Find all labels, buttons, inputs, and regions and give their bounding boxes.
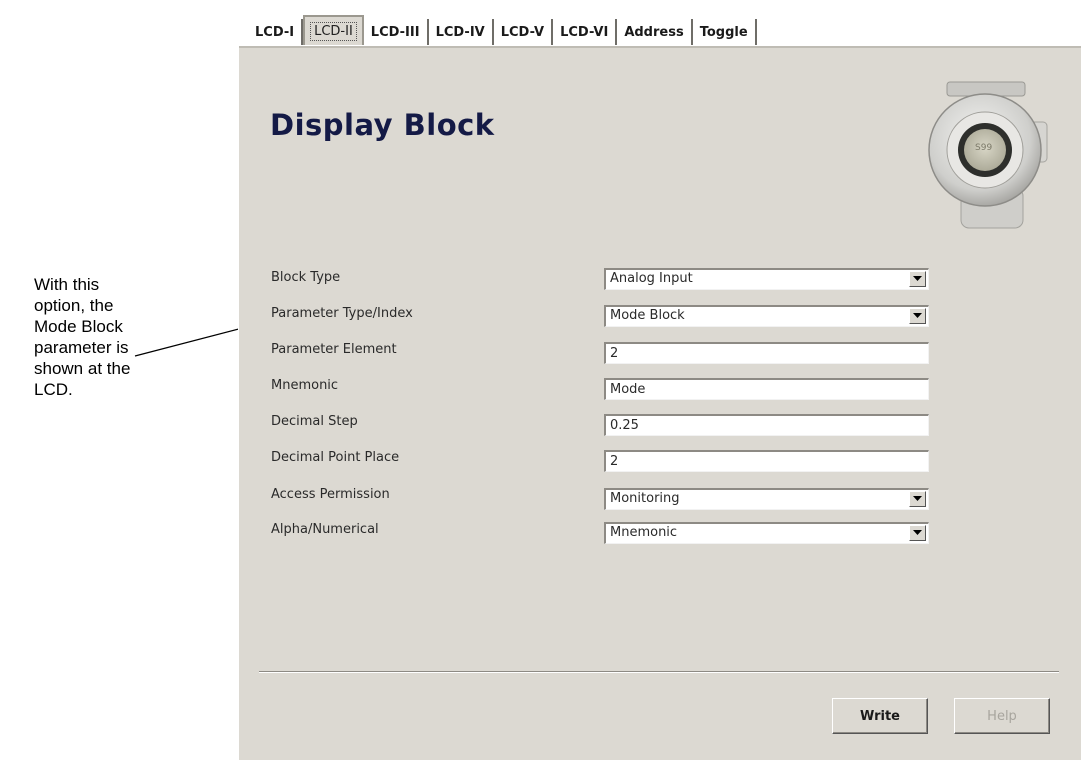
chevron-down-icon[interactable] <box>909 271 926 287</box>
access-permission-select[interactable]: Monitoring <box>604 488 929 510</box>
chevron-down-icon[interactable] <box>909 491 926 507</box>
decimal-step-input[interactable]: 0.25 <box>604 414 929 436</box>
parameter-type-index-value: Mode Block <box>610 308 685 323</box>
mnemonic-label: Mnemonic <box>271 378 339 393</box>
decimal-point-place-label: Decimal Point Place <box>271 450 400 465</box>
chevron-down-icon[interactable] <box>909 308 926 324</box>
block-type-select[interactable]: Analog Input <box>604 268 929 290</box>
help-button[interactable]: Help <box>954 698 1050 734</box>
tab-lcd-5[interactable]: LCD-V <box>493 19 554 45</box>
decimal-point-place-input[interactable]: 2 <box>604 450 929 472</box>
device-lcd-reading: S99 <box>975 143 993 153</box>
alpha-numerical-label: Alpha/Numerical <box>271 522 379 537</box>
tab-lcd-1[interactable]: LCD-I <box>251 19 304 45</box>
tab-lcd-2[interactable]: LCD-II <box>303 15 364 45</box>
tab-address[interactable]: Address <box>617 19 693 45</box>
access-permission-value: Monitoring <box>610 491 680 506</box>
tab-lcd-3[interactable]: LCD-III <box>363 19 429 45</box>
block-type-label: Block Type <box>271 270 341 285</box>
tab-lcd-6[interactable]: LCD-VI <box>553 19 618 45</box>
transmitter-device-image <box>928 81 1048 229</box>
access-permission-label: Access Permission <box>271 487 390 502</box>
configuration-window: LCD-I LCD-II LCD-III LCD-IV LCD-V LCD-VI… <box>238 0 1081 760</box>
block-type-value: Analog Input <box>610 271 693 286</box>
tab-toggle[interactable]: Toggle <box>692 19 757 45</box>
parameter-element-input[interactable]: 2 <box>604 342 929 364</box>
decimal-step-label: Decimal Step <box>271 414 358 429</box>
tab-lcd-4[interactable]: LCD-IV <box>428 19 494 45</box>
footer-divider <box>259 671 1059 673</box>
tab-list: LCD-I LCD-II LCD-III LCD-IV LCD-V LCD-VI… <box>251 15 757 45</box>
parameter-type-index-select[interactable]: Mode Block <box>604 305 929 327</box>
parameter-type-index-label: Parameter Type/Index <box>271 306 413 321</box>
tab-bar: LCD-I LCD-II LCD-III LCD-IV LCD-V LCD-VI… <box>239 0 1081 46</box>
alpha-numerical-value: Mnemonic <box>610 525 678 540</box>
write-button[interactable]: Write <box>832 698 928 734</box>
mnemonic-input[interactable]: Mode <box>604 378 929 400</box>
parameter-element-label: Parameter Element <box>271 342 397 357</box>
chevron-down-icon[interactable] <box>909 525 926 541</box>
alpha-numerical-select[interactable]: Mnemonic <box>604 522 929 544</box>
page-title: Display Block <box>270 108 495 142</box>
